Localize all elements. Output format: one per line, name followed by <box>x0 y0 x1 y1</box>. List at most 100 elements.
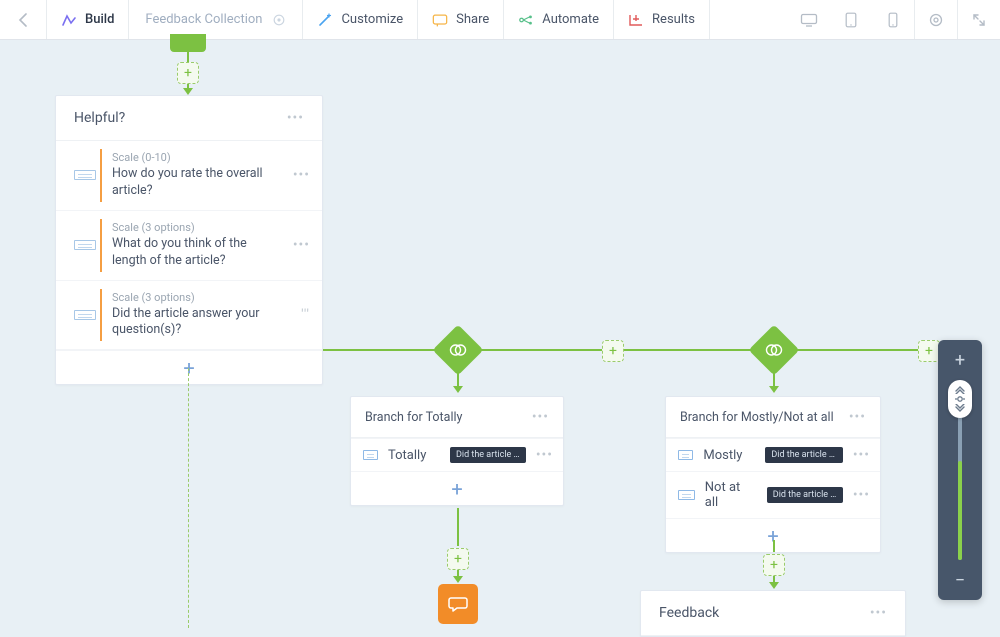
tab-share[interactable]: Share <box>418 0 503 39</box>
scale-icon <box>74 310 96 320</box>
question-menu-button[interactable]: ••• <box>293 167 310 183</box>
tab-customize[interactable]: Customize <box>303 0 417 39</box>
share-icon <box>432 12 448 28</box>
preview-mobile-button[interactable] <box>872 0 914 39</box>
card-title: Helpful? <box>74 110 125 126</box>
preview-desktop-button[interactable] <box>788 0 830 39</box>
card-title: Branch for Totally <box>365 410 462 425</box>
tab-automate[interactable]: Automate <box>504 0 613 39</box>
zoom-out-button[interactable]: − <box>955 570 965 590</box>
mobile-icon <box>888 12 898 28</box>
scale-icon <box>363 450 378 460</box>
branch-condition-row[interactable]: Mostly Did the article answer yo ••• <box>666 438 880 471</box>
flow-canvas[interactable]: + Helpful? ••• Scale (0-10) How do you r… <box>0 40 1000 620</box>
zoom-panel: + − <box>938 340 982 600</box>
add-step-button[interactable]: + <box>177 62 199 84</box>
branch-condition-row[interactable]: Not at all Did the article answer ••• <box>666 471 880 518</box>
zoom-in-button[interactable]: + <box>955 350 965 370</box>
card-menu-button[interactable]: ••• <box>532 409 549 425</box>
scale-icon <box>74 240 96 250</box>
condition-chip: Did the article answer yo <box>450 447 526 463</box>
question-menu-button[interactable]: ••• <box>293 237 310 253</box>
form-name-text: Feedback Collection <box>145 12 262 27</box>
chevrons-up-icon <box>954 384 966 394</box>
build-icon <box>61 12 77 28</box>
chevrons-down-icon <box>954 404 966 414</box>
preview-tablet-button[interactable] <box>830 0 872 39</box>
scale-icon <box>678 450 693 460</box>
add-step-button[interactable]: + <box>763 554 785 576</box>
condition-chip: Did the article answer <box>767 487 843 503</box>
card-menu-button[interactable]: ••• <box>849 409 866 425</box>
chat-icon <box>448 595 468 613</box>
connector <box>773 540 775 552</box>
top-toolbar: Build Feedback Collection Customize Shar… <box>0 0 1000 40</box>
add-condition-button[interactable]: + <box>351 471 563 505</box>
card-menu-button[interactable]: ••• <box>287 110 304 126</box>
question-row[interactable]: Scale (0-10) How do you rate the overall… <box>56 141 322 211</box>
question-meta: Scale (3 options) <box>112 291 291 304</box>
branch-condition-row[interactable]: Totally Did the article answer yo ••• <box>351 438 563 471</box>
tab-share-label: Share <box>456 12 489 27</box>
message-node[interactable] <box>438 584 478 624</box>
back-button[interactable] <box>0 0 46 39</box>
row-menu-button[interactable]: ••• <box>536 447 553 463</box>
zoom-slider-handle[interactable] <box>948 380 972 418</box>
venn-icon <box>765 343 783 357</box>
zoom-slider[interactable] <box>956 380 964 560</box>
scale-icon <box>74 170 96 180</box>
arrow-icon <box>769 582 779 589</box>
tab-results[interactable]: Results <box>614 0 709 39</box>
add-branch-button[interactable]: + <box>918 340 940 362</box>
results-icon <box>628 12 644 28</box>
question-text: What do you think of the length of the a… <box>112 236 283 270</box>
gear-icon[interactable] <box>272 13 286 27</box>
condition-chip: Did the article answer yo <box>765 447 842 463</box>
connector <box>188 368 189 628</box>
gear-icon <box>928 12 944 28</box>
start-node-stub <box>170 34 206 52</box>
add-question-button[interactable]: + <box>56 350 322 384</box>
question-menu-button[interactable]: ''' <box>301 307 310 323</box>
tab-build[interactable]: Build <box>47 0 128 39</box>
arrow-icon <box>769 386 779 393</box>
connector <box>457 508 459 546</box>
form-name[interactable]: Feedback Collection <box>129 0 302 39</box>
branch-option-label: Not at all <box>705 480 757 510</box>
tab-automate-label: Automate <box>542 12 599 27</box>
connector <box>773 368 775 388</box>
row-menu-button[interactable]: ••• <box>853 447 870 463</box>
connector <box>187 52 189 62</box>
tablet-icon <box>845 12 857 28</box>
connector <box>323 349 943 351</box>
automate-icon <box>518 12 534 28</box>
arrow-icon <box>453 576 463 583</box>
question-row[interactable]: Scale (3 options) What do you think of t… <box>56 211 322 281</box>
card-menu-button[interactable]: ••• <box>870 605 887 621</box>
card-branch-totally[interactable]: Branch for Totally ••• Totally Did the a… <box>350 396 564 506</box>
card-title: Branch for Mostly/Not at all <box>680 410 834 425</box>
card-helpful[interactable]: Helpful? ••• Scale (0-10) How do you rat… <box>55 95 323 385</box>
fullscreen-button[interactable] <box>958 0 1000 39</box>
add-step-button[interactable]: + <box>447 548 469 570</box>
venn-icon <box>449 343 467 357</box>
card-feedback[interactable]: Feedback ••• <box>640 590 906 637</box>
arrow-icon <box>453 386 463 393</box>
question-row[interactable]: Scale (3 options) Did the article answer… <box>56 281 322 351</box>
question-text: How do you rate the overall article? <box>112 166 283 200</box>
chevron-left-icon <box>18 13 28 27</box>
question-text: Did the article answer your question(s)? <box>112 306 291 340</box>
tab-results-label: Results <box>652 12 695 27</box>
settings-gear-button[interactable] <box>915 0 957 39</box>
tab-customize-label: Customize <box>341 12 403 27</box>
tab-build-label: Build <box>85 12 114 27</box>
arrow-icon <box>183 88 193 95</box>
row-menu-button[interactable]: ••• <box>853 487 870 503</box>
question-meta: Scale (3 options) <box>112 221 283 234</box>
fit-icon <box>954 395 966 403</box>
desktop-icon <box>800 13 818 27</box>
wand-icon <box>317 12 333 28</box>
add-branch-button[interactable]: + <box>602 340 624 362</box>
card-branch-mostly[interactable]: Branch for Mostly/Not at all ••• Mostly … <box>665 396 881 553</box>
card-title: Feedback <box>659 605 719 621</box>
